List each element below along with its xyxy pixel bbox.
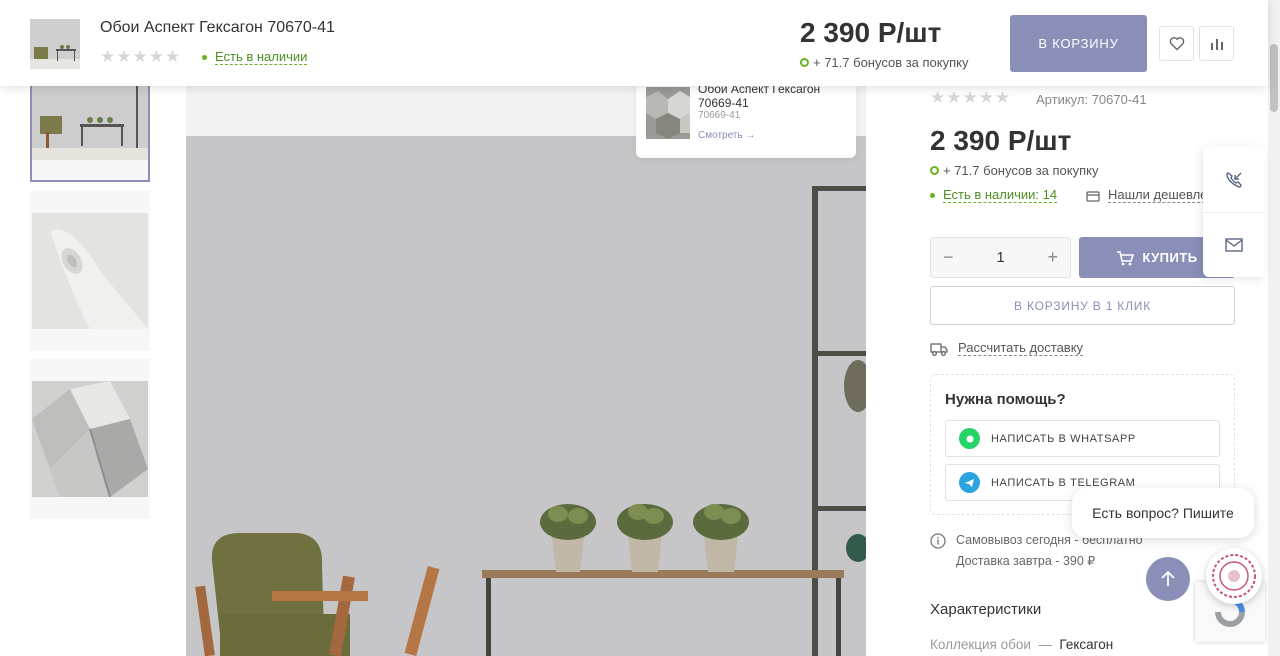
related-product-card[interactable]: Обои Аспект Гексагон 70669-41 70669-41 С… [636,74,856,158]
stock-dot-icon [202,55,207,60]
bar-chart-icon [1210,38,1223,50]
compare-button[interactable] [1199,26,1234,61]
chat-avatar-icon [1212,554,1256,598]
spec-row: Коллекция обои — Гексагон [930,637,1113,652]
header-stock-label[interactable]: Есть в наличии [215,50,308,65]
header-rating-stars[interactable]: ★ ★ ★ ★ ★ [100,47,180,67]
mail-icon [1225,237,1243,252]
quantity-stepper[interactable]: − 1 + [930,237,1071,278]
heart-icon [1169,37,1184,51]
sticky-product-header: Обои Аспект Гексагон 70670-41 ★ ★ ★ ★ ★ … [0,0,1268,86]
product-stock-status[interactable]: Есть в наличии: 14 [930,188,1058,203]
scrollbar-thumb[interactable] [1270,44,1278,112]
spec-name: Коллекция обои [930,637,1031,652]
help-title: Нужна помощь? [945,391,1066,408]
delivery-calculator-label[interactable]: Рассчитать доставку [958,341,1084,356]
specs-title: Характеристики [930,601,1042,618]
header-add-to-cart-button[interactable]: В КОРЗИНУ [1010,15,1147,72]
star-icon[interactable]: ★ [165,47,180,67]
telegram-button-label[interactable]: НАПИСАТЬ В TELEGRAM [991,477,1135,489]
star-icon[interactable]: ★ [100,47,115,67]
product-page: Обои Аспект Гексагон 70670-41 ★ ★ ★ ★ ★ … [0,0,1280,656]
header-bonus-text: + 71.7 бонусов за покупку [813,55,969,70]
truck-icon [930,342,948,356]
product-rating-stars[interactable]: ★ ★ ★ ★ ★ [930,88,1010,108]
header-product-title: Обои Аспект Гексагон 70670-41 [100,19,335,36]
buy-button-label[interactable]: КУПИТЬ [1142,250,1197,265]
email-button[interactable] [1203,212,1265,277]
star-icon[interactable]: ★ [946,88,961,108]
star-icon[interactable]: ★ [116,47,131,67]
star-icon[interactable]: ★ [979,88,994,108]
page-scrollbar[interactable] [1268,0,1280,656]
whatsapp-icon [959,428,980,449]
star-icon[interactable]: ★ [995,88,1010,108]
main-product-image[interactable] [186,86,866,656]
telegram-icon [959,472,980,493]
related-product-title[interactable]: Обои Аспект Гексагон 70669-41 [698,82,848,110]
arrow-up-icon [1161,570,1175,586]
stock-dot-icon [930,193,935,198]
product-sku: Артикул: 70670-41 [1036,92,1147,107]
delivery-calculator-link[interactable]: Рассчитать доставку [930,341,1084,356]
whatsapp-button-label[interactable]: НАПИСАТЬ В WHATSAPP [991,433,1136,445]
courier-info: Доставка завтра - 390 ₽ [956,554,1096,568]
gallery-thumbnail-3[interactable] [30,359,150,519]
whatsapp-button[interactable]: НАПИСАТЬ В WHATSAPP [945,420,1220,457]
quantity-value[interactable]: 1 [996,249,1004,266]
wallet-icon [1086,190,1100,202]
star-icon[interactable]: ★ [963,88,978,108]
header-stock-status[interactable]: Есть в наличии [202,50,308,65]
scroll-to-top-button[interactable] [1146,557,1190,601]
header-bonus: + 71.7 бонусов за покупку [800,55,969,70]
star-icon[interactable]: ★ [149,47,164,67]
favorite-button[interactable] [1159,26,1194,61]
related-product-thumbnail[interactable] [646,87,690,139]
one-click-buy-button[interactable]: В КОРЗИНУ В 1 КЛИК [930,286,1235,325]
header-product-thumbnail[interactable] [30,19,80,69]
spec-value: Гексагон [1059,637,1114,652]
cart-icon [1117,250,1135,265]
callback-button[interactable] [1203,147,1265,212]
floating-contact-panel [1203,147,1265,277]
phone-incoming-icon [1226,171,1242,188]
related-product-sku: 70669-41 [698,110,741,121]
found-cheaper-label[interactable]: Нашли дешевле? [1108,188,1215,203]
chat-widget-button[interactable] [1206,548,1262,604]
product-bonus-text: + 71.7 бонусов за покупку [943,163,1099,178]
chat-prompt-bubble[interactable]: Есть вопрос? Пишите [1072,488,1254,538]
star-icon[interactable]: ★ [930,88,945,108]
info-icon [930,533,946,549]
spec-dash: — [1038,637,1052,652]
quantity-increase-button[interactable]: + [1047,247,1058,268]
bonus-icon [800,58,809,67]
gallery-thumbnail-1[interactable] [30,86,150,182]
star-icon[interactable]: ★ [133,47,148,67]
bonus-icon [930,166,939,175]
product-stock-label[interactable]: Есть в наличии: 14 [943,188,1058,203]
found-cheaper-link[interactable]: Нашли дешевле? [1086,188,1215,203]
related-product-link[interactable]: Смотреть → [698,130,755,141]
header-price: 2 390 Р/шт [800,17,942,48]
product-price: 2 390 Р/шт [930,125,1072,156]
product-bonus: + 71.7 бонусов за покупку [930,163,1099,178]
quantity-decrease-button[interactable]: − [943,247,954,268]
gallery-thumbnail-2[interactable] [30,191,150,351]
